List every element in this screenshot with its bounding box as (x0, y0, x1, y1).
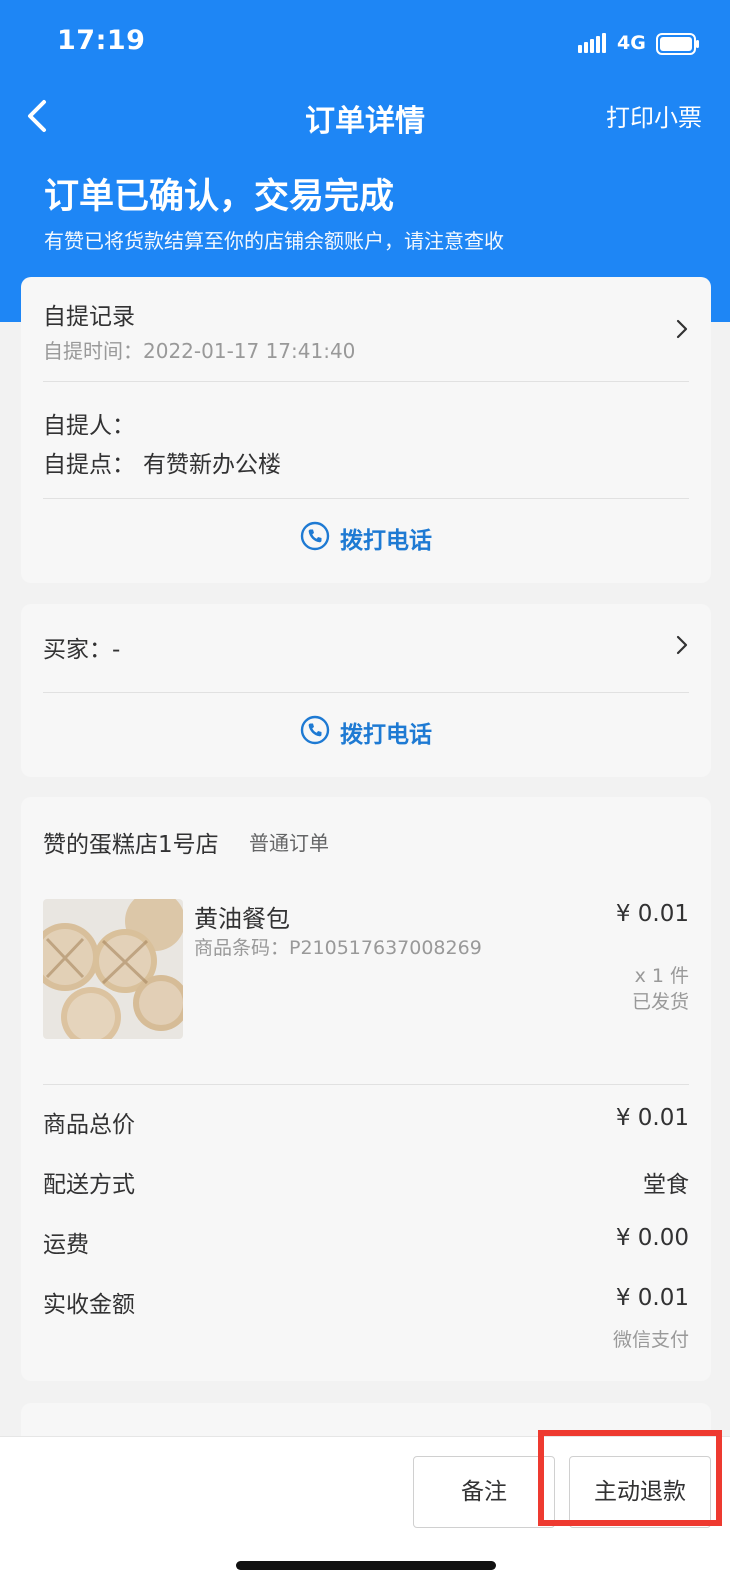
product-image (43, 899, 183, 1039)
buyer-label: 买家：- (43, 637, 121, 663)
divider (43, 381, 689, 382)
divider (43, 1084, 689, 1085)
battery-icon (656, 33, 699, 55)
divider (43, 692, 689, 693)
product-quantity: x 1 件 (634, 965, 689, 987)
pickup-point-label: 自提点： (43, 452, 135, 478)
divider (43, 498, 689, 499)
home-indicator (236, 1561, 496, 1570)
order-status-title: 订单已确认，交易完成 (44, 177, 395, 217)
pickup-point-value: 有赞新办公楼 (143, 452, 281, 478)
nav-bar: 订单详情 打印小票 (0, 90, 730, 142)
summary-value-total: ¥ 0.01 (615, 1105, 689, 1131)
phone-icon (300, 715, 330, 745)
buyer-call-button[interactable]: 拨打电话 (21, 715, 711, 749)
signal-icon (578, 33, 606, 53)
product-name: 黄油餐包 (194, 905, 290, 933)
pickup-record-row[interactable]: 自提记录 自提时间：2022-01-17 17:41:40 (21, 277, 711, 381)
phone-icon (300, 521, 330, 551)
chevron-right-icon (676, 635, 688, 655)
order-card: 赞的蛋糕店1号店 普通订单 黄油餐包 商品条码：P210517637008269… (21, 797, 711, 1381)
network-label: 4G (617, 32, 646, 54)
buyer-card: 买家：- 拨打电话 (21, 604, 711, 777)
pickup-record-label: 自提记录 (43, 304, 135, 330)
summary-label-total: 商品总价 (43, 1112, 135, 1138)
summary-value-received: ¥ 0.01 (615, 1285, 689, 1311)
pickup-call-button[interactable]: 拨打电话 (21, 521, 711, 555)
call-label: 拨打电话 (340, 722, 432, 748)
summary-value-delivery: 堂食 (643, 1172, 689, 1198)
buyer-row[interactable]: 买家：- (21, 604, 711, 692)
print-receipt-button[interactable]: 打印小票 (606, 98, 702, 133)
status-time: 17:19 (57, 25, 146, 56)
summary-label-shipping: 运费 (43, 1232, 89, 1258)
summary-label-delivery: 配送方式 (43, 1172, 135, 1198)
pickup-person-label: 自提人： (43, 413, 135, 439)
status-bar: 17:19 4G (0, 0, 730, 90)
pickup-record-time: 自提时间：2022-01-17 17:41:40 (43, 339, 356, 363)
product-price: ¥ 0.01 (615, 901, 689, 927)
product-code: 商品条码：P210517637008269 (194, 937, 482, 959)
product-shipping-state: 已发货 (631, 991, 689, 1013)
payment-method: 微信支付 (612, 1329, 689, 1351)
call-label: 拨打电话 (340, 528, 432, 554)
remark-button[interactable]: 备注 (413, 1456, 555, 1528)
chevron-right-icon (676, 319, 688, 339)
order-status-desc: 有赞已将货款结算至你的店铺余额账户，请注意查收 (44, 229, 504, 253)
summary-label-received: 实收金额 (43, 1292, 135, 1318)
pickup-card: 自提记录 自提时间：2022-01-17 17:41:40 自提人： 自提点： … (21, 277, 711, 583)
refund-button[interactable]: 主动退款 (569, 1456, 711, 1528)
product-item[interactable]: 黄油餐包 商品条码：P210517637008269 ¥ 0.01 x 1 件 … (21, 797, 711, 1057)
summary-value-shipping: ¥ 0.00 (615, 1225, 689, 1251)
